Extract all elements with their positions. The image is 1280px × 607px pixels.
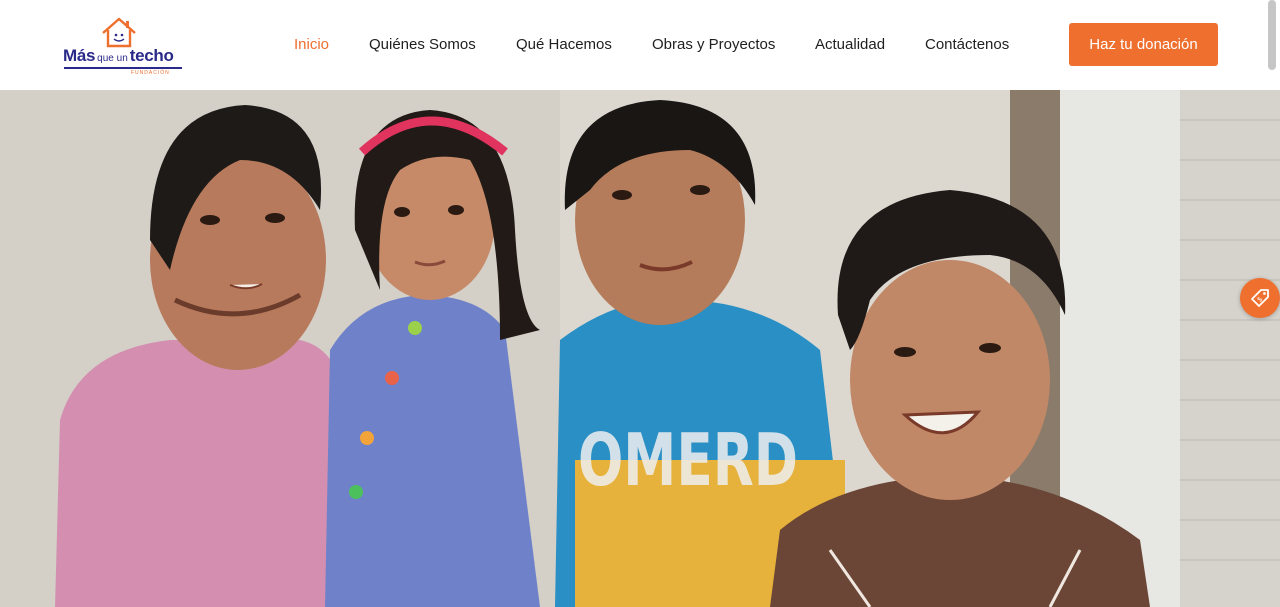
nav-item-actualidad[interactable]: Actualidad: [815, 36, 885, 53]
nav-item-contactenos[interactable]: Contáctenos: [925, 36, 1009, 53]
site-logo[interactable]: Más que un techo FUNDACIÓN: [63, 16, 185, 76]
hero-image: OMERD: [0, 90, 1280, 607]
nav-item-quienes-somos[interactable]: Quiénes Somos: [369, 36, 476, 53]
nav-item-inicio[interactable]: Inicio: [294, 36, 329, 53]
donation-tag-button[interactable]: $: [1240, 278, 1280, 318]
site-header: Más que un techo FUNDACIÓN Inicio Quiénes …: [0, 0, 1280, 90]
page-scrollbar[interactable]: [1268, 0, 1276, 70]
logo-underline: [64, 67, 182, 69]
donation-tag-icon: $: [1251, 289, 1269, 307]
nav-item-obras-y-proyectos[interactable]: Obras y Proyectos: [652, 36, 775, 53]
nav-item-que-hacemos[interactable]: Qué Hacemos: [516, 36, 612, 53]
svg-text:OMERD: OMERD: [578, 418, 798, 502]
logo-wordmark: Más que un techo: [63, 46, 174, 66]
logo-word-que-un: que un: [97, 53, 128, 64]
logo-word-mas: Más: [63, 46, 96, 65]
house-logo-icon: [102, 17, 136, 48]
logo-word-fundacion: FUNDACIÓN: [131, 70, 170, 76]
family-photo-icon: OMERD: [0, 90, 1280, 607]
donate-button[interactable]: Haz tu donación: [1069, 23, 1218, 66]
logo-word-techo: techo: [129, 46, 174, 65]
